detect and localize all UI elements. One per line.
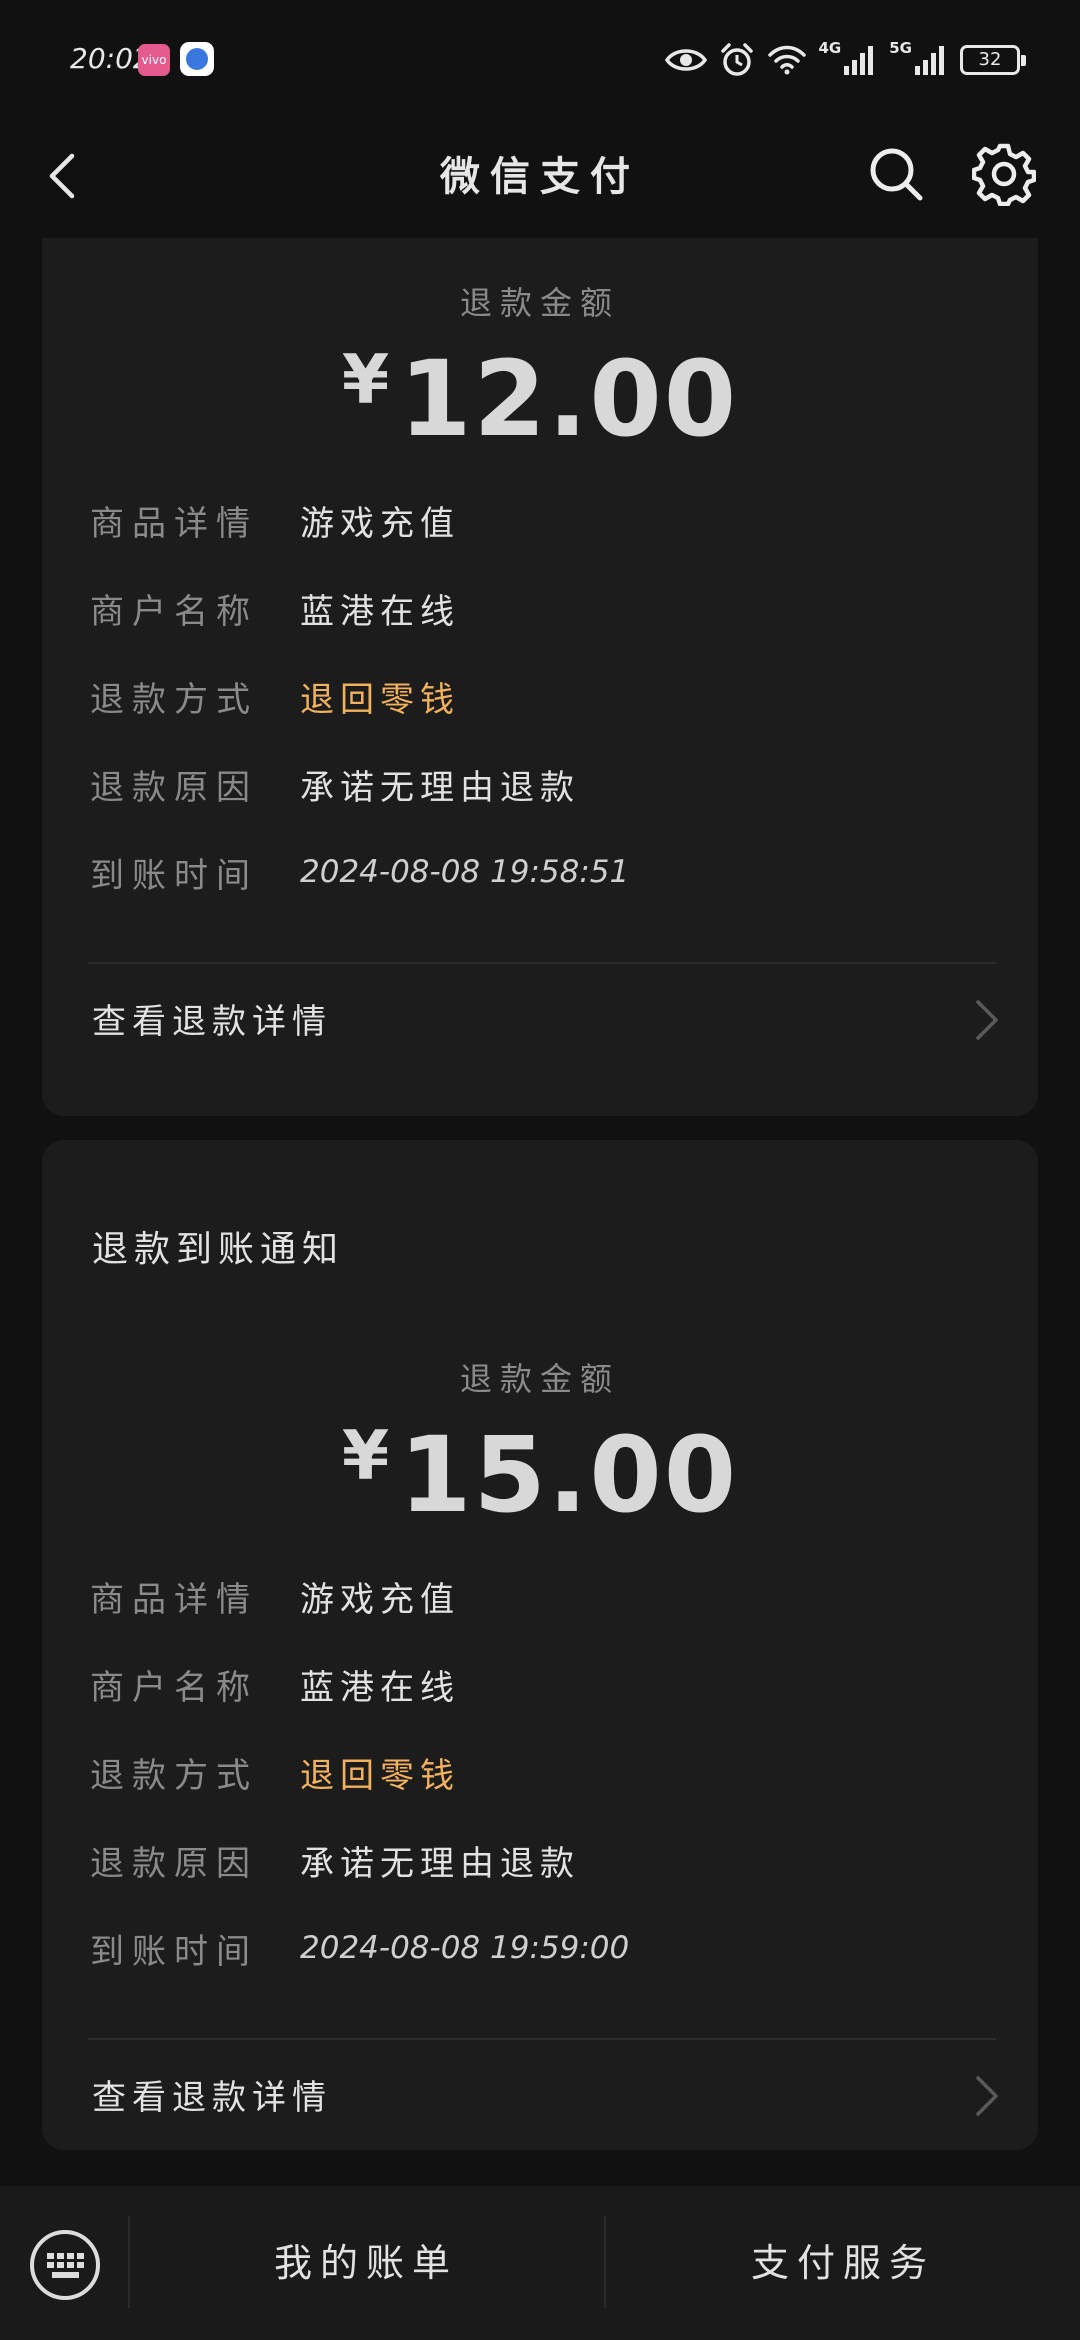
keyboard-icon[interactable] (28, 2228, 102, 2302)
row-value: 承诺无理由退款 (300, 767, 580, 808)
signal-icon (915, 46, 944, 75)
detail-link-label: 查看退款详情 (92, 1002, 332, 1042)
row-label: 退款原因 (90, 1843, 258, 1884)
browser-app-icon (180, 42, 214, 76)
row-value: 退回零钱 (300, 679, 460, 720)
row-arrival-time: 到账时间 2024-08-08 19:59:00 (90, 1904, 990, 1992)
refund-notice-card: 退款到账通知 退款金额 ¥15.00 商品详情 游戏充值 商户名称 蓝港在线 退… (42, 1140, 1038, 2150)
row-label: 到账时间 (90, 1931, 258, 1972)
view-refund-detail-link[interactable]: 查看退款详情 (42, 964, 1038, 1074)
currency-symbol: ¥ (341, 1417, 390, 1496)
row-value: 游戏充值 (300, 1579, 460, 1620)
row-value: 退回零钱 (300, 1755, 460, 1796)
row-arrival-time: 到账时间 2024-08-08 19:58:51 (90, 828, 990, 916)
nav-bar: 微信支付 (0, 120, 1080, 238)
battery-icon: 32 (960, 45, 1026, 75)
view-refund-detail-link[interactable]: 查看退款详情 (42, 2040, 1038, 2150)
detail-rows: 商品详情 游戏充值 商户名称 蓝港在线 退款方式 退回零钱 退款原因 承诺无理由… (90, 476, 990, 916)
row-value: 2024-08-08 19:59:00 (300, 1930, 630, 1966)
row-value: 蓝港在线 (300, 1667, 460, 1708)
row-label: 退款原因 (90, 767, 258, 808)
wifi-icon (767, 45, 806, 75)
row-value: 蓝港在线 (300, 591, 460, 632)
currency-symbol: ¥ (341, 341, 390, 420)
row-refund-reason: 退款原因 承诺无理由退款 (90, 1816, 990, 1904)
detail-rows: 商品详情 游戏充值 商户名称 蓝港在线 退款方式 退回零钱 退款原因 承诺无理由… (90, 1552, 990, 1992)
network-type-5g: 5G (889, 39, 912, 57)
row-product: 商品详情 游戏充值 (90, 1552, 990, 1640)
refund-notice-card: 退款金额 ¥12.00 商品详情 游戏充值 商户名称 蓝港在线 退款方式 退回零… (42, 238, 1038, 1116)
signal-icon (844, 46, 874, 75)
chevron-right-icon (976, 2076, 998, 2116)
row-label: 商品详情 (90, 1579, 258, 1620)
row-label: 商户名称 (90, 1667, 258, 1708)
status-bar: 20:02 vivo 4G 5G 32 (0, 0, 1080, 120)
card-title: 退款到账通知 (92, 1229, 345, 1270)
amount-label: 退款金额 (459, 1360, 620, 1398)
status-indicators: 4G 5G 32 (664, 36, 1026, 84)
payment-service-tab[interactable]: 支付服务 (606, 2186, 1080, 2340)
amount-value: 15.00 (399, 1414, 739, 1536)
row-label: 商品详情 (90, 503, 258, 544)
row-value: 承诺无理由退款 (300, 1843, 580, 1884)
row-label: 退款方式 (90, 679, 258, 720)
refund-amount: ¥15.00 (42, 1414, 1038, 1536)
row-refund-method: 退款方式 退回零钱 (90, 652, 990, 740)
message-list[interactable]: 退款金额 ¥12.00 商品详情 游戏充值 商户名称 蓝港在线 退款方式 退回零… (0, 238, 1080, 2186)
battery-level: 32 (978, 49, 1002, 70)
my-bill-tab[interactable]: 我的账单 (130, 2186, 602, 2340)
gear-icon[interactable] (972, 142, 1036, 206)
network-type-4g: 4G (818, 39, 842, 57)
row-merchant: 商户名称 蓝港在线 (90, 1640, 990, 1728)
row-value: 2024-08-08 19:58:51 (300, 854, 630, 890)
row-merchant: 商户名称 蓝港在线 (90, 564, 990, 652)
search-icon[interactable] (866, 144, 926, 204)
row-value: 游戏充值 (300, 503, 460, 544)
vivo-app-icon: vivo (138, 44, 170, 76)
row-label: 商户名称 (90, 591, 258, 632)
row-product: 商品详情 游戏充值 (90, 476, 990, 564)
chevron-right-icon (976, 1000, 998, 1040)
row-refund-method: 退款方式 退回零钱 (90, 1728, 990, 1816)
row-label: 到账时间 (90, 855, 258, 896)
alarm-icon (720, 43, 753, 76)
detail-link-label: 查看退款详情 (92, 2078, 332, 2118)
row-label: 退款方式 (90, 1755, 258, 1796)
bottom-menu-bar: 我的账单 支付服务 (0, 2186, 1080, 2340)
amount-value: 12.00 (399, 338, 739, 460)
refund-amount: ¥12.00 (42, 338, 1038, 460)
eye-icon (664, 49, 707, 71)
row-refund-reason: 退款原因 承诺无理由退款 (90, 740, 990, 828)
amount-label: 退款金额 (459, 284, 620, 322)
